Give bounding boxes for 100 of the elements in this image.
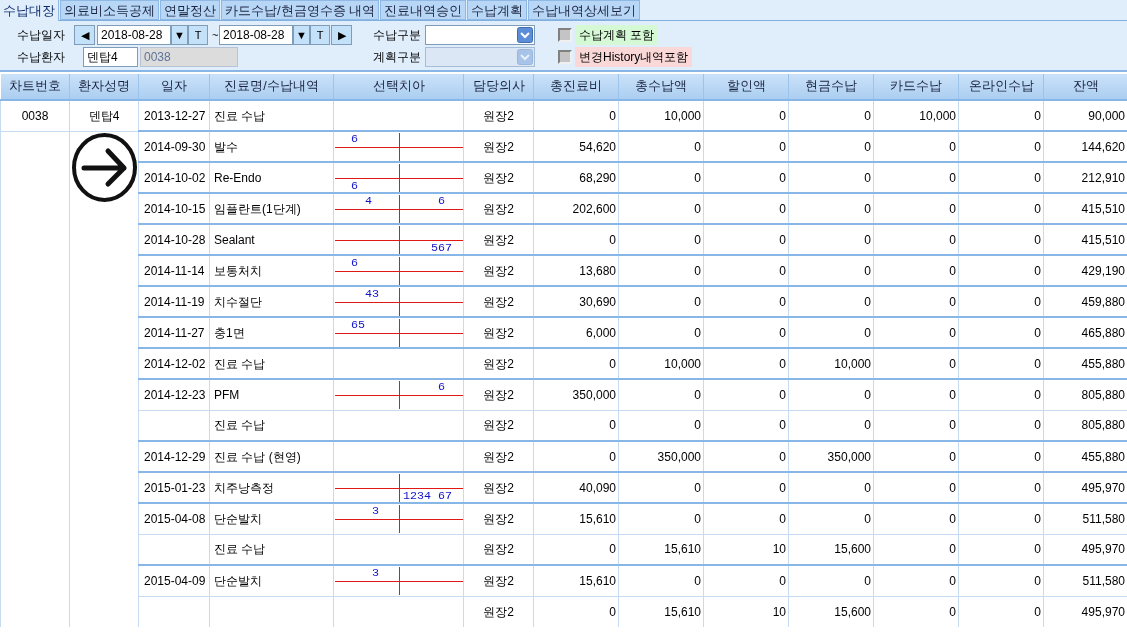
arrow-right-circle-icon xyxy=(72,132,137,202)
table-cell: 0 xyxy=(618,317,704,348)
date-field[interactable]: 2018-08-28 xyxy=(219,25,293,45)
table-cell: 0 xyxy=(958,286,1044,317)
table-cell: 치수절단 xyxy=(209,286,334,317)
table-cell: 15,610 xyxy=(618,596,704,627)
tab[interactable]: 의료비소득공제 xyxy=(60,0,159,20)
table-cell: 0 xyxy=(788,286,874,317)
table-cell: 0 xyxy=(958,534,1044,565)
column-header: 담당의사 xyxy=(463,74,534,100)
table-cell: PFM xyxy=(209,379,334,410)
previous-button[interactable]: ◀ xyxy=(74,25,95,45)
table-cell: 진료 수납 (현영) xyxy=(209,441,334,472)
table-cell: 0 xyxy=(533,224,619,255)
tooth-numbers: 567 xyxy=(431,242,452,254)
table-cell: 350,000 xyxy=(788,441,874,472)
table-cell: 0 xyxy=(958,193,1044,224)
table-cell: 0 xyxy=(703,410,789,441)
table-cell: 68,290 xyxy=(533,162,619,193)
field-label: 수납일자 xyxy=(17,27,66,44)
date-field[interactable]: 2018-08-28 xyxy=(97,25,171,45)
table-cell: 30,690 xyxy=(533,286,619,317)
tab[interactable]: 연말정산 xyxy=(160,0,220,20)
field-label: 계획구분 xyxy=(373,49,422,66)
tab[interactable]: 수납내역상세보기 xyxy=(528,0,641,20)
column-header: 할인액 xyxy=(703,74,789,100)
checkbox[interactable] xyxy=(558,50,572,64)
table-cell: 0 xyxy=(788,193,874,224)
table-cell: 0 xyxy=(873,534,959,565)
table-cell: 10,000 xyxy=(873,100,959,131)
table-cell: 0 xyxy=(873,317,959,348)
today-button[interactable]: T xyxy=(310,25,330,45)
table-cell: 0 xyxy=(958,317,1044,348)
table-cell: 350,000 xyxy=(618,441,704,472)
tooth-numbers: 6 xyxy=(351,133,358,145)
tab[interactable]: 진료내역승인 xyxy=(380,0,467,20)
table-cell: 원장2 xyxy=(463,317,534,348)
today-button[interactable]: T xyxy=(188,25,208,45)
select-field[interactable] xyxy=(425,25,535,45)
table-cell: 40,090 xyxy=(533,472,619,503)
tab[interactable]: 카드수납/현금영수증 내역 xyxy=(221,0,380,20)
table-cell: 0 xyxy=(788,317,874,348)
table-cell: Re-Endo xyxy=(209,162,334,193)
dropdown-button[interactable]: ▼ xyxy=(293,25,310,45)
column-header: 차트번호 xyxy=(0,74,70,100)
table-cell: 0 xyxy=(873,286,959,317)
table-cell: 10,000 xyxy=(788,348,874,379)
table-cell: 단순발치 xyxy=(209,503,334,534)
table-cell: 0 xyxy=(958,503,1044,534)
tab[interactable]: 수납계획 xyxy=(467,0,528,20)
table-cell: 15,600 xyxy=(788,534,874,565)
table-cell: 0 xyxy=(618,162,704,193)
range-separator: ~ xyxy=(212,27,218,43)
table-cell: 10 xyxy=(703,596,789,627)
table-cell: 원장2 xyxy=(463,534,534,565)
table-cell: 0 xyxy=(618,472,704,503)
table-cell: 0 xyxy=(788,410,874,441)
table-cell: 0 xyxy=(873,503,959,534)
table-cell: 발수 xyxy=(209,131,334,162)
checkbox[interactable] xyxy=(558,28,572,42)
table-cell: 0 xyxy=(873,410,959,441)
dropdown-button[interactable]: ▼ xyxy=(171,25,188,45)
table-cell: 2014-10-02 xyxy=(138,162,210,193)
table-cell: 원장2 xyxy=(463,565,534,596)
table-cell: 0 xyxy=(873,193,959,224)
table-cell: 0 xyxy=(873,441,959,472)
table-cell: 0 xyxy=(533,100,619,131)
column-header: 일자 xyxy=(138,74,210,100)
table-cell: 0 xyxy=(958,255,1044,286)
table-cell: 0 xyxy=(788,503,874,534)
table-cell: 2014-10-28 xyxy=(138,224,210,255)
tooth-numbers: 4 xyxy=(365,195,372,207)
table-cell: 0 xyxy=(958,410,1044,441)
table-cell: 0 xyxy=(703,193,789,224)
tooth-numbers: 6 xyxy=(351,180,358,192)
tooth-numbers: 6 xyxy=(438,195,445,207)
table-cell: 원장2 xyxy=(463,286,534,317)
table-cell: 0 xyxy=(533,410,619,441)
table-cell: 0 xyxy=(703,131,789,162)
table-cell: 0 xyxy=(703,286,789,317)
tooth-numbers: 43 xyxy=(365,288,379,300)
table-cell: 0 xyxy=(958,596,1044,627)
column-header: 카드수납 xyxy=(873,74,959,100)
tab[interactable]: 수납대장 xyxy=(0,0,59,21)
next-button[interactable]: ▶ xyxy=(331,25,352,45)
table-cell: 0 xyxy=(788,162,874,193)
table-cell: 10 xyxy=(703,534,789,565)
table-cell: 2015-04-09 xyxy=(138,565,210,596)
patient-name-field[interactable]: 덴탑4 xyxy=(83,47,138,67)
table-cell: 0 xyxy=(873,565,959,596)
table-cell: 0 xyxy=(873,255,959,286)
table-cell: 6,000 xyxy=(533,317,619,348)
column-header: 진료명/수납내역 xyxy=(209,74,334,100)
table-cell: 0 xyxy=(618,565,704,596)
table-cell: 진료 수납 xyxy=(209,410,334,441)
tooth-numbers: 3 xyxy=(372,505,379,517)
table-cell: 2014-11-14 xyxy=(138,255,210,286)
table-cell: 0 xyxy=(958,100,1044,131)
tooth-numbers: 1234 67 xyxy=(403,490,452,502)
table-cell: 15,610 xyxy=(533,565,619,596)
